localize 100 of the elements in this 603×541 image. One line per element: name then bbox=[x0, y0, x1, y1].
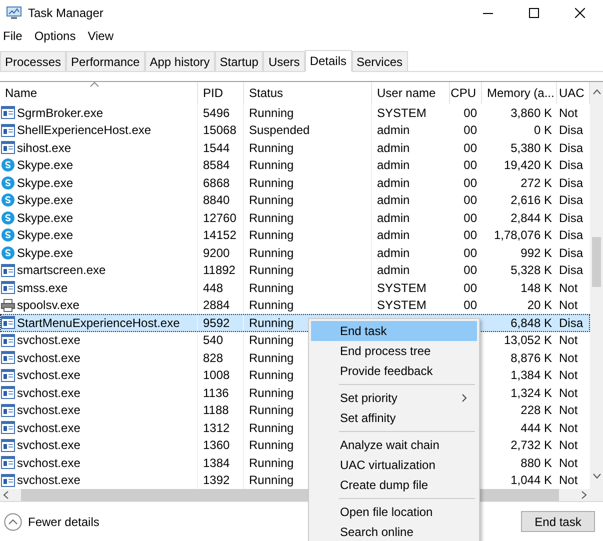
process-row[interactable]: Skype.exe 14152 Running admin 00 1,78,076 K Disa bbox=[0, 226, 590, 244]
table-cell-text: 5,380 K bbox=[510, 140, 553, 156]
table-cell-text: 228 K bbox=[520, 402, 553, 419]
table-cell: SgrmBroker.exe bbox=[17, 106, 104, 120]
table-cell-text: 2,616 K bbox=[510, 192, 553, 209]
window-icon bbox=[1, 316, 15, 330]
table-cell: Running bbox=[244, 174, 372, 192]
column-header[interactable]: Status bbox=[244, 82, 372, 104]
process-row[interactable]: smss.exe 448 Running SYSTEM 00 148 K Not bbox=[0, 279, 590, 296]
table-cell: Skype.exe bbox=[17, 228, 74, 242]
fewer-details-toggle[interactable]: Fewer details bbox=[4, 512, 100, 530]
table-cell-text: 2,732 K bbox=[510, 437, 553, 454]
process-row[interactable]: Skype.exe 9200 Running admin 00 992 K Disa bbox=[0, 244, 590, 262]
table-cell-text: 0 K bbox=[532, 122, 553, 139]
process-row[interactable]: SgrmBroker.exe 5496 Running SYSTEM 00 3,860 K Not bbox=[0, 104, 590, 122]
table-cell-text: 1,384 K bbox=[510, 367, 553, 384]
column-header[interactable]: PID bbox=[198, 82, 244, 104]
table-cell-text: Disa bbox=[558, 227, 584, 244]
tab[interactable]: Processes bbox=[0, 51, 66, 71]
table-cell: 6868 bbox=[198, 174, 244, 192]
table-cell-text: SYSTEM bbox=[376, 104, 428, 122]
table-cell-text: 00 bbox=[462, 227, 478, 244]
context-menu-item[interactable]: End task bbox=[311, 321, 477, 341]
table-cell-text: Disa bbox=[558, 262, 584, 279]
column-header[interactable]: Memory (a... bbox=[482, 82, 557, 104]
table-cell-text: 8,876 K bbox=[510, 350, 553, 366]
table-cell: Running bbox=[244, 192, 372, 209]
table-cell-text: admin bbox=[376, 192, 411, 209]
table-cell: Skype.exe bbox=[17, 158, 74, 172]
table-cell-text: admin bbox=[376, 244, 411, 262]
column-header[interactable]: User name bbox=[372, 82, 450, 104]
table-cell-text: 1,044 K bbox=[510, 472, 553, 489]
table-cell: 1544 bbox=[198, 139, 244, 156]
table-cell: svchost.exe bbox=[17, 438, 80, 452]
table-cell: svchost.exe bbox=[17, 403, 80, 418]
table-cell: 15068 bbox=[198, 122, 244, 139]
column-header[interactable]: Name bbox=[0, 82, 198, 104]
table-cell-text: Not bbox=[558, 350, 579, 366]
table-cell-text: 5,328 K bbox=[510, 262, 553, 279]
table-cell: spoolsv.exe bbox=[17, 298, 80, 312]
table-cell: Skype.exe bbox=[17, 246, 74, 260]
context-menu-item[interactable]: Open file location bbox=[311, 502, 477, 522]
table-cell-text: 19,420 K bbox=[502, 157, 553, 174]
table-cell-text: 2,844 K bbox=[510, 210, 553, 226]
process-row[interactable]: Skype.exe 8584 Running admin 00 19,420 K Disa bbox=[0, 156, 590, 174]
table-cell-text: 272 K bbox=[520, 174, 553, 192]
table-cell: 1360 bbox=[198, 436, 244, 454]
table-cell: sihost.exe bbox=[17, 140, 72, 155]
table-cell-text: 6,848 K bbox=[510, 314, 553, 332]
table-cell-text: 148 K bbox=[520, 280, 553, 296]
table-cell: Skype.exe bbox=[17, 176, 74, 190]
column-header[interactable]: CPU bbox=[450, 82, 482, 104]
minimize-icon bbox=[483, 12, 493, 14]
table-cell-text: Not bbox=[558, 104, 579, 122]
end-task-button[interactable]: End task bbox=[521, 511, 595, 532]
table-cell-text: 00 bbox=[462, 122, 478, 139]
table-cell: Running bbox=[244, 156, 372, 174]
table-cell-text: 880 K bbox=[520, 454, 553, 472]
context-menu-item[interactable]: Search online bbox=[311, 522, 477, 541]
table-cell: Suspended bbox=[244, 122, 372, 139]
process-row[interactable]: smartscreen.exe 11892 Running admin 00 5,328 K Disa bbox=[0, 262, 590, 279]
table-cell-text: 13,052 K bbox=[502, 332, 553, 349]
menu-item[interactable]: View bbox=[86, 29, 120, 43]
table-cell: Skype.exe bbox=[17, 210, 74, 225]
table-cell: 1008 bbox=[198, 366, 244, 384]
vertical-scrollbar[interactable] bbox=[590, 82, 603, 501]
process-row[interactable]: sihost.exe 1544 Running admin 00 5,380 K Disa bbox=[0, 139, 590, 156]
menu-item[interactable]: File bbox=[2, 29, 30, 43]
table-cell-text: Disa bbox=[558, 157, 584, 174]
window-title: Task Manager bbox=[28, 6, 104, 20]
table-cell: 540 bbox=[198, 332, 244, 349]
process-row[interactable]: Skype.exe 8840 Running admin 00 2,616 K Disa bbox=[0, 192, 590, 209]
table-cell: 1312 bbox=[198, 419, 244, 436]
table-cell: svchost.exe bbox=[17, 473, 80, 488]
process-row[interactable]: Skype.exe 6868 Running admin 00 272 K Disa bbox=[0, 174, 590, 192]
table-cell-text: Not bbox=[558, 332, 579, 349]
table-cell-text: Disa bbox=[558, 122, 584, 139]
process-row[interactable]: ShellExperienceHost.exe 15068 Suspended admin 00 0 K Disa bbox=[0, 122, 590, 139]
tab[interactable]: App history bbox=[144, 51, 215, 71]
process-row[interactable]: Skype.exe 12760 Running admin 00 2,844 K Disa bbox=[0, 209, 590, 226]
tab[interactable]: Startup bbox=[214, 51, 264, 71]
table-cell-text: 00 bbox=[462, 262, 478, 279]
table-cell-text: 00 bbox=[462, 140, 478, 156]
table-cell-text: Not bbox=[558, 437, 579, 454]
tab[interactable]: Users bbox=[263, 51, 305, 71]
menu-item[interactable]: Options bbox=[33, 29, 83, 43]
tab[interactable]: Performance bbox=[66, 51, 145, 71]
table-cell-text: 00 bbox=[462, 244, 478, 262]
table-cell-text: Disa bbox=[558, 174, 584, 192]
tab[interactable]: Services bbox=[352, 51, 408, 71]
table-cell-text: Disa bbox=[558, 314, 584, 332]
table-cell: Running bbox=[244, 139, 372, 156]
table-cell-text: Not bbox=[558, 402, 579, 419]
table-cell-text: 00 bbox=[462, 210, 478, 226]
tab[interactable]: Details bbox=[304, 50, 352, 72]
maximize-icon bbox=[529, 8, 539, 18]
table-cell: 8584 bbox=[198, 156, 244, 174]
table-cell: ShellExperienceHost.exe bbox=[17, 123, 152, 138]
scroll-thumb[interactable] bbox=[592, 237, 601, 287]
table-cell: 1384 bbox=[198, 454, 244, 472]
